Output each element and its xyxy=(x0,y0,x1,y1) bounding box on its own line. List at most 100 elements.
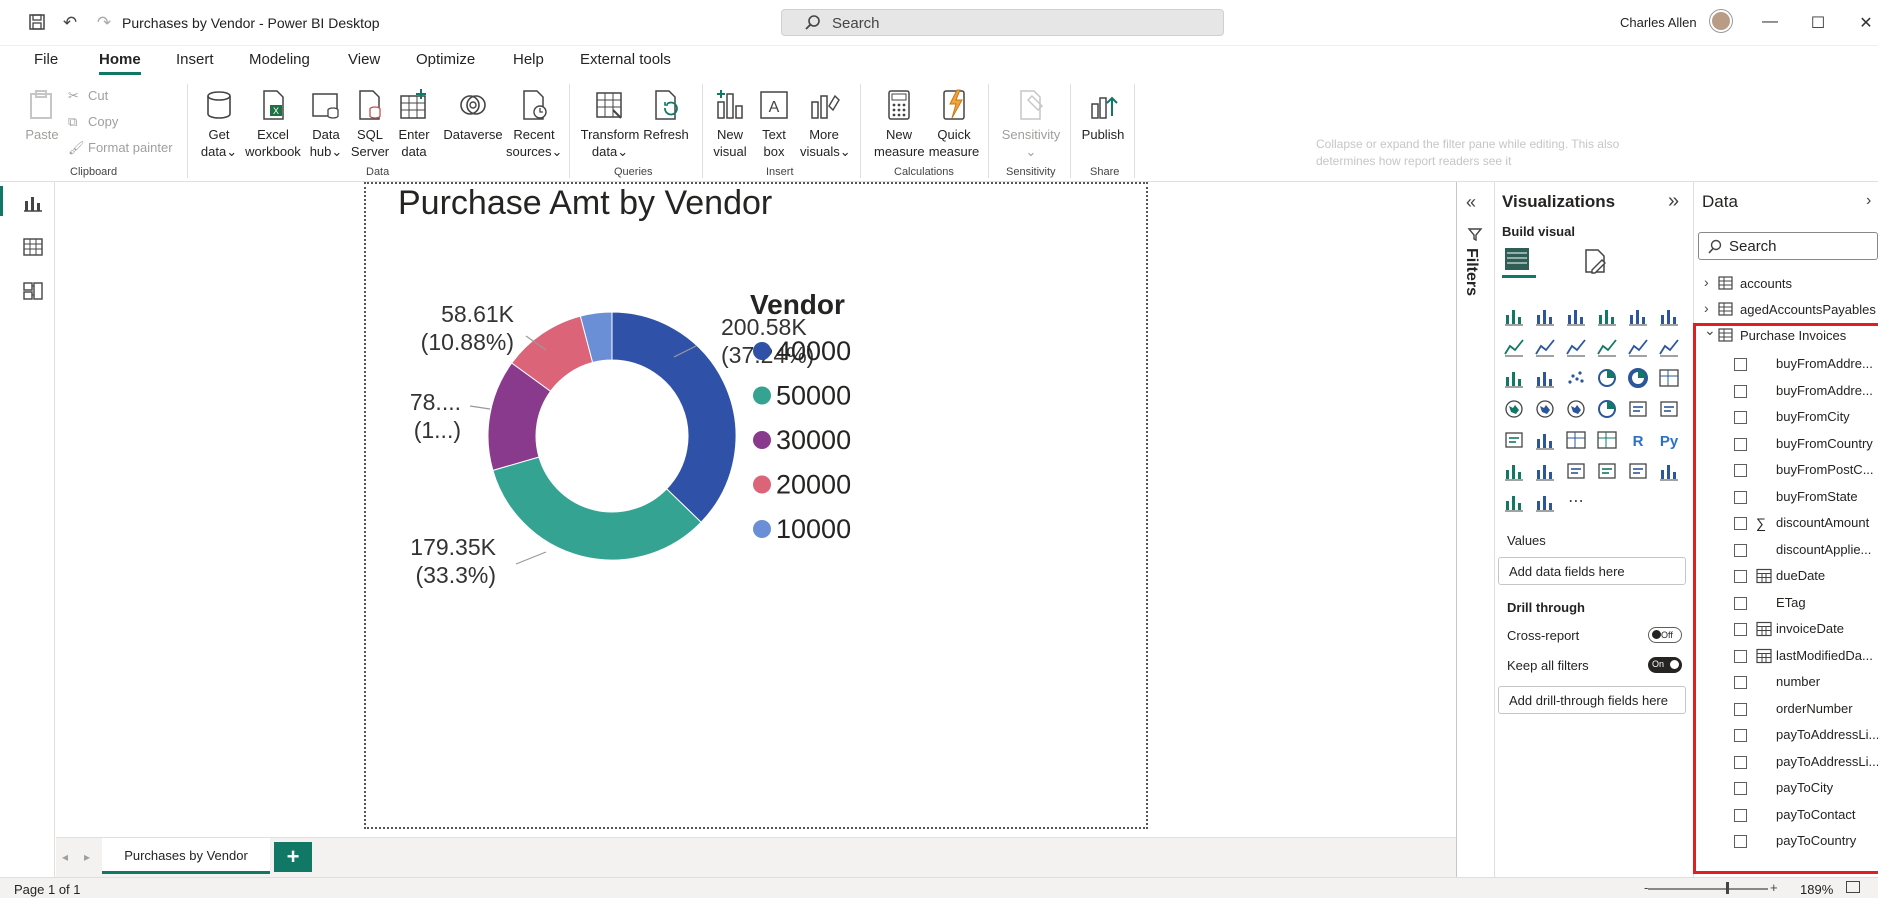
report-view-icon[interactable] xyxy=(22,192,44,214)
model-view-icon[interactable] xyxy=(22,280,44,302)
100-bar-icon[interactable] xyxy=(1627,305,1649,327)
menu-external-tools[interactable]: External tools xyxy=(580,51,671,68)
undo-icon[interactable]: ↶ xyxy=(60,13,80,33)
waterfall-icon[interactable] xyxy=(1503,367,1525,389)
transform-data-button[interactable]: Transform data⌄ xyxy=(578,88,642,160)
clustered-bar-icon[interactable] xyxy=(1565,305,1587,327)
recent-sources-button[interactable]: Recent sources⌄ xyxy=(506,88,562,160)
cut-button[interactable]: Cut xyxy=(88,88,108,103)
legend-item-label[interactable]: 50000 xyxy=(776,381,851,411)
legend-item-label[interactable]: 40000 xyxy=(776,336,851,366)
decomposition-tree-icon[interactable] xyxy=(1534,460,1556,482)
format-visual-tab[interactable] xyxy=(1580,246,1610,276)
menu-file[interactable]: File xyxy=(34,51,58,68)
values-drop-zone[interactable]: Add data fields here xyxy=(1498,557,1686,585)
funnel-icon[interactable] xyxy=(1534,367,1556,389)
zoom-out-icon[interactable]: - xyxy=(1644,880,1648,895)
donut-icon[interactable] xyxy=(1627,367,1649,389)
data-search-input[interactable]: Search xyxy=(1698,232,1878,260)
filters-label[interactable]: Filters xyxy=(1462,248,1480,296)
legend-item-label[interactable]: 20000 xyxy=(776,470,851,500)
data-hub-button[interactable]: Data hub⌄ xyxy=(306,88,346,160)
text-box-button[interactable]: A Text box xyxy=(754,88,794,160)
zoom-in-icon[interactable]: + xyxy=(1770,880,1778,895)
menu-insert[interactable]: Insert xyxy=(176,51,214,68)
minimize-icon[interactable]: — xyxy=(1760,13,1780,31)
100-column-icon[interactable] xyxy=(1658,305,1680,327)
more-visuals-icon[interactable]: ⋯ xyxy=(1565,491,1587,513)
user-name[interactable]: Charles Allen xyxy=(1620,15,1697,30)
pie-icon[interactable] xyxy=(1596,367,1618,389)
collapse-filters-icon[interactable]: « xyxy=(1466,192,1476,213)
sql-server-button[interactable]: SQL Server xyxy=(350,88,390,160)
add-page-button[interactable]: + xyxy=(274,842,312,872)
line-clustered-icon[interactable] xyxy=(1627,336,1649,358)
get-data-button[interactable]: Get data⌄ xyxy=(196,88,242,160)
table-view-icon[interactable] xyxy=(22,236,44,258)
new-measure-button[interactable]: New measure xyxy=(874,88,925,160)
zoom-slider-thumb[interactable] xyxy=(1726,882,1729,894)
chevron-right-icon[interactable]: › xyxy=(1704,274,1709,290)
area-icon[interactable] xyxy=(1534,336,1556,358)
treemap-icon[interactable] xyxy=(1658,367,1680,389)
key-influencers-icon[interactable] xyxy=(1503,460,1525,482)
qa-icon[interactable] xyxy=(1565,460,1587,482)
page-tab-purchases-by-vendor[interactable]: Purchases by Vendor xyxy=(102,838,270,874)
refresh-button[interactable]: Refresh xyxy=(642,88,690,143)
menu-modeling[interactable]: Modeling xyxy=(249,51,310,68)
excel-workbook-button[interactable]: X Excel workbook xyxy=(244,88,302,160)
copy-button[interactable]: Copy xyxy=(88,114,118,129)
kpi-icon[interactable] xyxy=(1503,429,1525,451)
donut-slice-40000[interactable] xyxy=(611,311,737,523)
expand-pane-icon[interactable]: » xyxy=(1668,190,1679,213)
legend-item-label[interactable]: 10000 xyxy=(776,514,851,544)
matrix-icon[interactable] xyxy=(1596,429,1618,451)
save-icon[interactable] xyxy=(28,13,48,33)
menu-optimize[interactable]: Optimize xyxy=(416,51,475,68)
paste-button[interactable]: Paste xyxy=(22,88,62,143)
clustered-column-icon[interactable] xyxy=(1596,305,1618,327)
more-visuals-button[interactable]: More visuals⌄ xyxy=(800,88,851,160)
stacked-column-icon[interactable] xyxy=(1534,305,1556,327)
drill-through-drop-zone[interactable]: Add drill-through fields here xyxy=(1498,686,1686,714)
line-column-icon[interactable] xyxy=(1596,336,1618,358)
legend-item-label[interactable]: 30000 xyxy=(776,425,851,455)
slicer-icon[interactable] xyxy=(1534,429,1556,451)
gauge-icon[interactable] xyxy=(1596,398,1618,420)
redo-icon[interactable]: ↷ xyxy=(94,13,114,33)
prev-page-icon[interactable]: ◂ xyxy=(62,850,68,864)
stacked-area-icon[interactable] xyxy=(1565,336,1587,358)
menu-help[interactable]: Help xyxy=(513,51,544,68)
zoom-slider[interactable] xyxy=(1648,888,1768,890)
multi-row-card-icon[interactable] xyxy=(1658,398,1680,420)
power-apps-icon[interactable] xyxy=(1503,491,1525,513)
ribbon-icon[interactable] xyxy=(1658,336,1680,358)
donut-chart-visual[interactable]: Purchase Amt by Vendor 200.58K(37.24%)17… xyxy=(364,182,1148,829)
avatar[interactable] xyxy=(1710,10,1732,32)
build-visual-tab[interactable] xyxy=(1502,244,1536,278)
card-icon[interactable] xyxy=(1627,398,1649,420)
line-icon[interactable] xyxy=(1503,336,1525,358)
chevron-right-icon[interactable]: › xyxy=(1704,300,1709,316)
filled-map-icon[interactable] xyxy=(1534,398,1556,420)
close-icon[interactable]: ✕ xyxy=(1856,13,1876,33)
maximize-icon[interactable]: ☐ xyxy=(1808,13,1828,33)
azure-map-icon[interactable] xyxy=(1565,398,1587,420)
dataverse-button[interactable]: Dataverse xyxy=(440,88,506,143)
enter-data-button[interactable]: Enter data xyxy=(394,88,434,160)
new-visual-button[interactable]: New visual xyxy=(710,88,750,160)
narrative-icon[interactable] xyxy=(1596,460,1618,482)
format-painter-button[interactable]: Format painter xyxy=(88,140,173,155)
publish-button[interactable]: Publish xyxy=(1078,88,1128,143)
quick-measure-button[interactable]: Quick measure xyxy=(926,88,982,160)
power-automate-icon[interactable] xyxy=(1534,491,1556,513)
metrics-icon[interactable] xyxy=(1658,460,1680,482)
donut-slice-50000[interactable] xyxy=(492,456,702,561)
table-icon[interactable] xyxy=(1565,429,1587,451)
menu-home[interactable]: Home xyxy=(99,51,141,68)
next-page-icon[interactable]: ▸ xyxy=(84,850,90,864)
menu-view[interactable]: View xyxy=(348,51,380,68)
python-visual-icon[interactable]: Py xyxy=(1658,429,1680,451)
r-visual-icon[interactable]: R xyxy=(1627,429,1649,451)
scatter-icon[interactable] xyxy=(1565,367,1587,389)
